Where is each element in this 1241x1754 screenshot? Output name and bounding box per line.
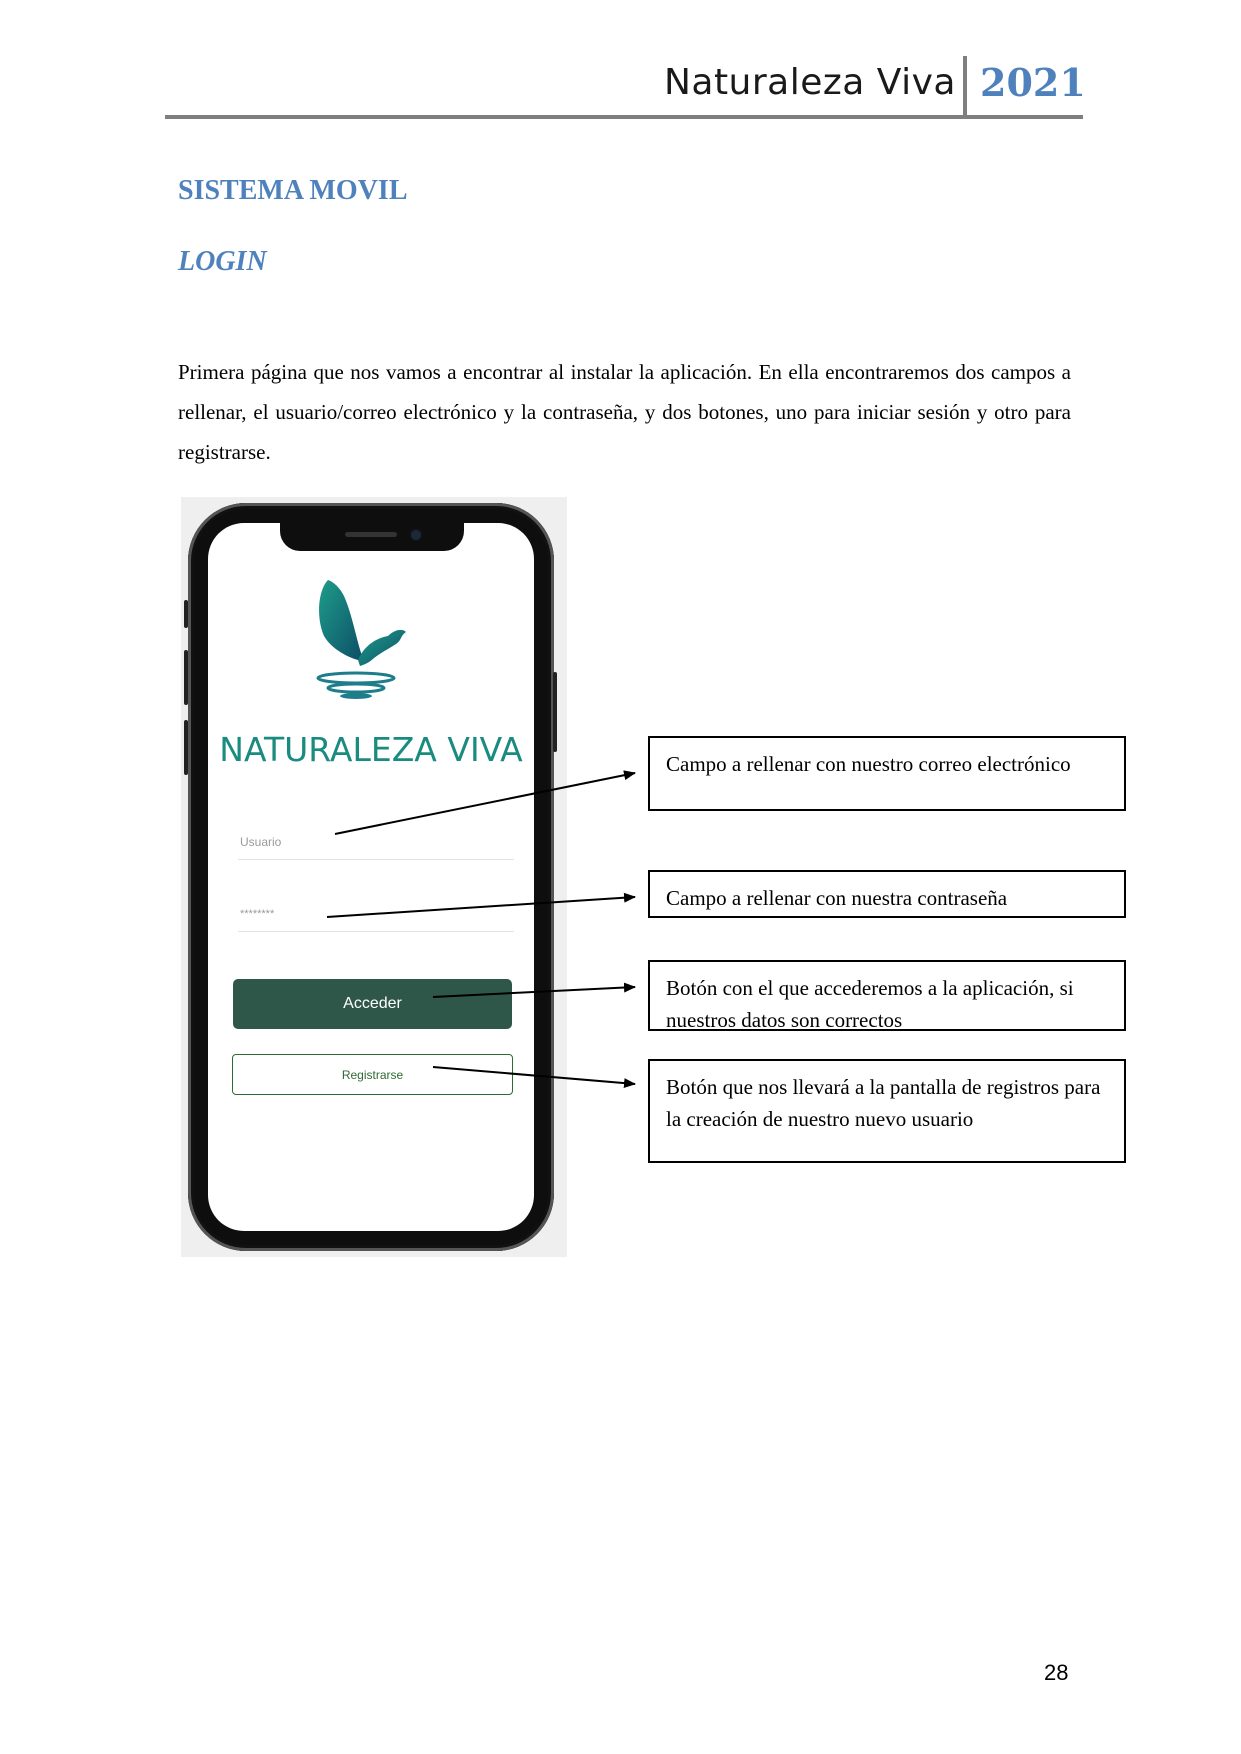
header-separator (963, 56, 967, 118)
phone-side-button (184, 720, 188, 775)
phone-side-button (184, 650, 188, 705)
section-heading: SISTEMA MOVIL (178, 175, 408, 206)
password-input[interactable]: ******** (240, 908, 274, 920)
document-header-title: Naturaleza Viva (663, 62, 956, 103)
header-rule (165, 115, 1083, 119)
phone-power-button (553, 672, 557, 752)
login-button[interactable]: Acceder (233, 979, 512, 1029)
body-paragraph: Primera página que nos vamos a encontrar… (178, 360, 1071, 464)
callout-password-field: Campo a rellenar con nuestra contraseña (648, 870, 1126, 918)
app-brand-name: NATURALEZA VIVA (219, 730, 523, 769)
username-underline (238, 859, 514, 860)
phone-speaker (345, 532, 397, 537)
subsection-heading: LOGIN (178, 246, 267, 277)
username-input[interactable]: Usuario (240, 835, 281, 849)
callout-login-button: Botón con el que accederemos a la aplica… (648, 960, 1126, 1032)
phone-side-button (184, 600, 188, 628)
page-number: 28 (1044, 1660, 1069, 1685)
register-button[interactable]: Registrarse (232, 1054, 513, 1095)
phone-camera (411, 530, 421, 540)
butterfly-logo-icon (316, 580, 406, 699)
callout-email-field: Campo a rellenar con nuestro correo elec… (648, 736, 1126, 811)
document-header-year: 2021 (980, 60, 1086, 105)
password-underline (238, 931, 514, 932)
callout-register-button: Botón que nos llevará a la pantalla de r… (648, 1059, 1126, 1163)
